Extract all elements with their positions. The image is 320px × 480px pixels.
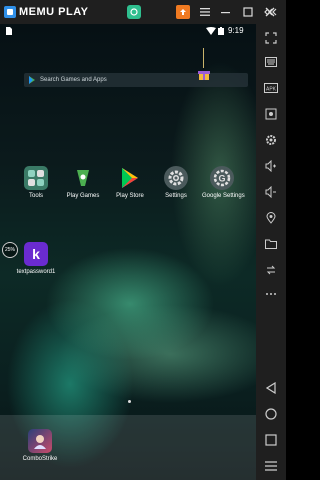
keyboard-icon[interactable] <box>263 54 279 70</box>
status-bar: 9:19 <box>0 24 256 38</box>
fullscreen-icon[interactable] <box>263 30 279 46</box>
app-combostrike[interactable]: ComboStrike <box>20 429 60 462</box>
app-label: Settings <box>165 193 187 199</box>
dock: ComboStrike <box>0 415 256 480</box>
recent-apps-button[interactable] <box>263 432 279 448</box>
app-textpassword1[interactable]: k textpassword1 <box>16 242 56 275</box>
gift-icon[interactable] <box>198 67 210 80</box>
google-settings-icon: G <box>210 166 234 190</box>
page-indicator <box>128 400 131 403</box>
android-screen[interactable]: 9:19 Search Games and Apps Tools Play Ga… <box>0 24 256 480</box>
menu-icon[interactable] <box>197 4 213 20</box>
search-placeholder: Search Games and Apps <box>40 77 107 83</box>
rotate-screen-icon[interactable] <box>263 262 279 278</box>
textpassword-app-icon: k <box>24 242 48 266</box>
tools-icon <box>24 166 48 190</box>
app-google-settings[interactable]: G Google Settings <box>202 166 245 199</box>
app-label: textpassword1 <box>16 269 56 275</box>
maximize-button[interactable] <box>240 4 256 20</box>
app-label: Play Store <box>116 193 144 199</box>
search-bar[interactable]: Search Games and Apps <box>24 73 248 87</box>
app-logo: MEMU PLAY <box>4 6 89 18</box>
play-store-app-icon <box>118 166 142 190</box>
apk-install-icon[interactable]: APK <box>263 80 279 96</box>
app-label: Tools <box>28 193 43 199</box>
app-play-store[interactable]: Play Store <box>110 166 150 199</box>
gift-string <box>203 48 204 68</box>
download-progress: 25% <box>2 242 18 258</box>
minimize-button[interactable] <box>218 4 234 20</box>
more-options-icon[interactable] <box>263 286 279 302</box>
title-bar: MEMU PLAY <box>0 0 286 24</box>
sidebar-menu-icon[interactable] <box>263 458 279 474</box>
settings-gear-icon <box>164 166 188 190</box>
screenshot-icon[interactable] <box>263 106 279 122</box>
app-label: Google Settings <box>202 193 245 199</box>
play-games-icon <box>71 166 95 190</box>
battery-icon <box>218 27 224 37</box>
wifi-icon <box>206 27 216 37</box>
play-store-icon <box>29 76 35 84</box>
app-label: ComboStrike <box>22 456 58 462</box>
folder-icon[interactable] <box>263 236 279 252</box>
app-tools[interactable]: Tools <box>16 166 56 199</box>
sim-card-icon <box>6 27 12 37</box>
combostrike-icon <box>28 429 52 453</box>
clock: 9:19 <box>228 26 244 35</box>
upload-icon[interactable] <box>176 5 190 19</box>
location-icon[interactable] <box>263 210 279 226</box>
collapse-sidebar-icon[interactable] <box>263 4 279 20</box>
back-button[interactable] <box>263 380 279 396</box>
app-name: MEMU PLAY <box>19 6 89 18</box>
memu-logo-icon <box>4 6 16 18</box>
home-button[interactable] <box>263 406 279 422</box>
multi-instance-icon[interactable] <box>127 5 141 19</box>
app-settings[interactable]: Settings <box>156 166 196 199</box>
app-play-games[interactable]: Play Games <box>63 166 103 199</box>
svg-text:APK: APK <box>266 87 277 93</box>
emulator-sidebar: APK <box>256 8 286 480</box>
svg-text:G: G <box>218 174 225 184</box>
volume-down-icon[interactable] <box>263 184 279 200</box>
settings-icon[interactable] <box>263 132 279 148</box>
app-label: Play Games <box>66 193 100 199</box>
volume-up-icon[interactable] <box>263 158 279 174</box>
